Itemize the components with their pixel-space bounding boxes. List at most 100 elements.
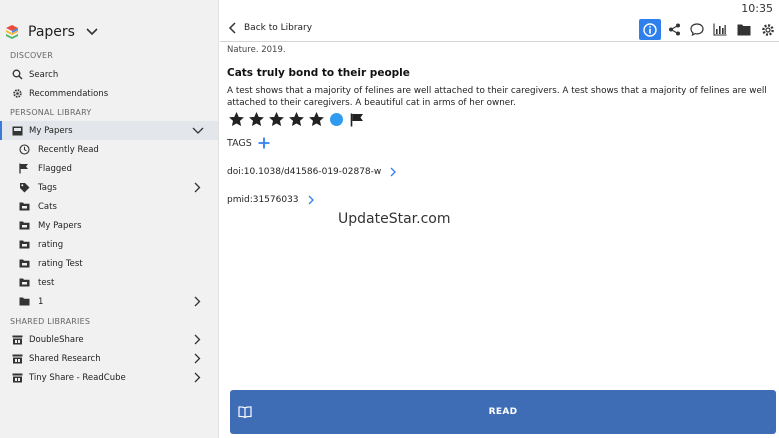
sidebar-item-label: Recommendations [29, 88, 109, 99]
folder-icon [18, 296, 30, 308]
settings-icon [762, 23, 774, 36]
chevron-down-icon[interactable] [192, 125, 204, 136]
chevron-right-icon[interactable] [192, 353, 202, 364]
folder-icon [18, 201, 30, 213]
sidebar-item-cats[interactable]: Cats [0, 197, 218, 216]
detail-toolbar: Back to Library [220, 18, 779, 42]
sidebar-item-label: Tiny Share - ReadCube [29, 372, 126, 383]
chevron-right-icon[interactable] [192, 334, 202, 345]
app-name: Papers [28, 24, 75, 40]
chevron-left-icon [228, 22, 236, 34]
color-label-dot[interactable] [330, 113, 343, 126]
paper-abstract: A test shows that a majority of felines … [227, 86, 767, 108]
shared-library-icon [11, 372, 23, 384]
paper-source: Nature. 2019. [227, 45, 286, 55]
share-icon [668, 23, 680, 36]
chevron-right-icon [308, 195, 314, 205]
back-label: Back to Library [244, 23, 313, 33]
shared-library-icon [11, 334, 23, 346]
sidebar-item-rating-test[interactable]: rating Test [0, 254, 218, 273]
clock-icon [18, 144, 30, 156]
chevron-right-icon[interactable] [192, 296, 202, 307]
star-icon[interactable] [229, 112, 244, 127]
share-button[interactable] [663, 19, 685, 40]
sidebar-item-label: Search [29, 69, 59, 80]
sidebar-item-1[interactable]: 1 [0, 292, 218, 311]
paper-detail-pane: Back to Library Nature. 2019. Cats truly… [220, 0, 779, 438]
star-rating[interactable] [229, 112, 329, 127]
back-to-library-button[interactable]: Back to Library [228, 22, 312, 34]
sidebar-item-label: test [38, 277, 55, 288]
chevron-right-icon[interactable] [192, 182, 202, 193]
shared-library-icon [11, 353, 23, 365]
sidebar-item-rating[interactable]: rating [0, 235, 218, 254]
sidebar-item-my-papers[interactable]: My Papers [0, 121, 218, 140]
rating-row [229, 112, 364, 127]
personal-library-section-label: PERSONAL LIBRARY [10, 108, 92, 117]
sidebar-item-label: rating Test [38, 258, 83, 269]
sidebar-item-flagged[interactable]: Flagged [0, 159, 218, 178]
gear-icon [11, 88, 23, 100]
inbox-icon [11, 125, 23, 137]
folder-icon [18, 277, 30, 289]
sidebar-item-search[interactable]: Search [0, 65, 218, 84]
tags-row: TAGS [227, 137, 270, 149]
flag-icon [18, 163, 30, 175]
sidebar-item-label: Flagged [38, 163, 72, 174]
info-icon [643, 22, 657, 37]
read-button[interactable]: READ [230, 390, 776, 434]
read-label: READ [488, 407, 518, 417]
paper-title: Cats truly bond to their people [227, 67, 410, 79]
chevron-down-icon [86, 28, 98, 36]
folder-icon [737, 24, 751, 35]
chevron-right-icon[interactable] [192, 372, 202, 383]
chevron-right-icon [390, 167, 397, 177]
open-book-icon [238, 406, 252, 419]
watermark-text: UpdateStar.com [338, 211, 451, 227]
settings-button[interactable] [757, 19, 779, 40]
folder-icon [18, 239, 30, 251]
star-icon[interactable] [309, 112, 324, 127]
discover-section-label: DISCOVER [10, 51, 54, 60]
star-icon[interactable] [249, 112, 264, 127]
sidebar-item-label: Tags [38, 182, 57, 193]
pmid-text: pmid:31576033 [227, 195, 299, 205]
sidebar-item-recommendations[interactable]: Recommendations [0, 84, 218, 103]
tags-label: TAGS [227, 137, 252, 149]
info-button[interactable] [639, 19, 661, 40]
sidebar-item-label: Shared Research [29, 353, 101, 364]
comment-icon [690, 23, 704, 36]
doi-link[interactable]: doi:10.1038/d41586-019-02878-w [227, 167, 397, 177]
sidebar-item-label: Recently Read [38, 144, 99, 155]
sidebar-item-label: My Papers [38, 220, 82, 231]
sidebar-item-recently-read[interactable]: Recently Read [0, 140, 218, 159]
sidebar-item-tiny-share[interactable]: Tiny Share - ReadCube [0, 368, 218, 387]
flag-icon[interactable] [350, 113, 364, 127]
sidebar-item-label: DoubleShare [29, 334, 84, 345]
metrics-button[interactable] [709, 19, 731, 40]
sidebar-item-label: rating [38, 239, 64, 250]
app-switcher[interactable]: Papers [4, 22, 99, 42]
folder-icon [18, 220, 30, 232]
doi-text: doi:10.1038/d41586-019-02878-w [227, 167, 382, 177]
shared-libraries-section-label: SHARED LIBRARIES [10, 317, 91, 326]
pmid-link[interactable]: pmid:31576033 [227, 195, 315, 205]
papers-logo-icon [6, 25, 18, 39]
search-icon [11, 69, 23, 81]
sidebar-item-label: My Papers [29, 125, 73, 136]
sidebar-item-tags[interactable]: Tags [0, 178, 218, 197]
star-icon[interactable] [289, 112, 304, 127]
star-icon[interactable] [269, 112, 284, 127]
add-tag-plus-icon[interactable] [258, 137, 270, 149]
add-to-collection-button[interactable] [733, 19, 755, 40]
comments-button[interactable] [686, 19, 708, 40]
tag-icon [18, 182, 30, 194]
folder-icon [18, 258, 30, 270]
sidebar-item-shared-research[interactable]: Shared Research [0, 349, 218, 368]
chart-icon [713, 23, 727, 36]
sidebar-item-doubleshare[interactable]: DoubleShare [0, 330, 218, 349]
sidebar-item-label: Cats [38, 201, 57, 212]
sidebar-item-test[interactable]: test [0, 273, 218, 292]
sidebar-item-my-papers-folder[interactable]: My Papers [0, 216, 218, 235]
sidebar: Papers DISCOVER Search Recommendations P… [0, 0, 219, 438]
